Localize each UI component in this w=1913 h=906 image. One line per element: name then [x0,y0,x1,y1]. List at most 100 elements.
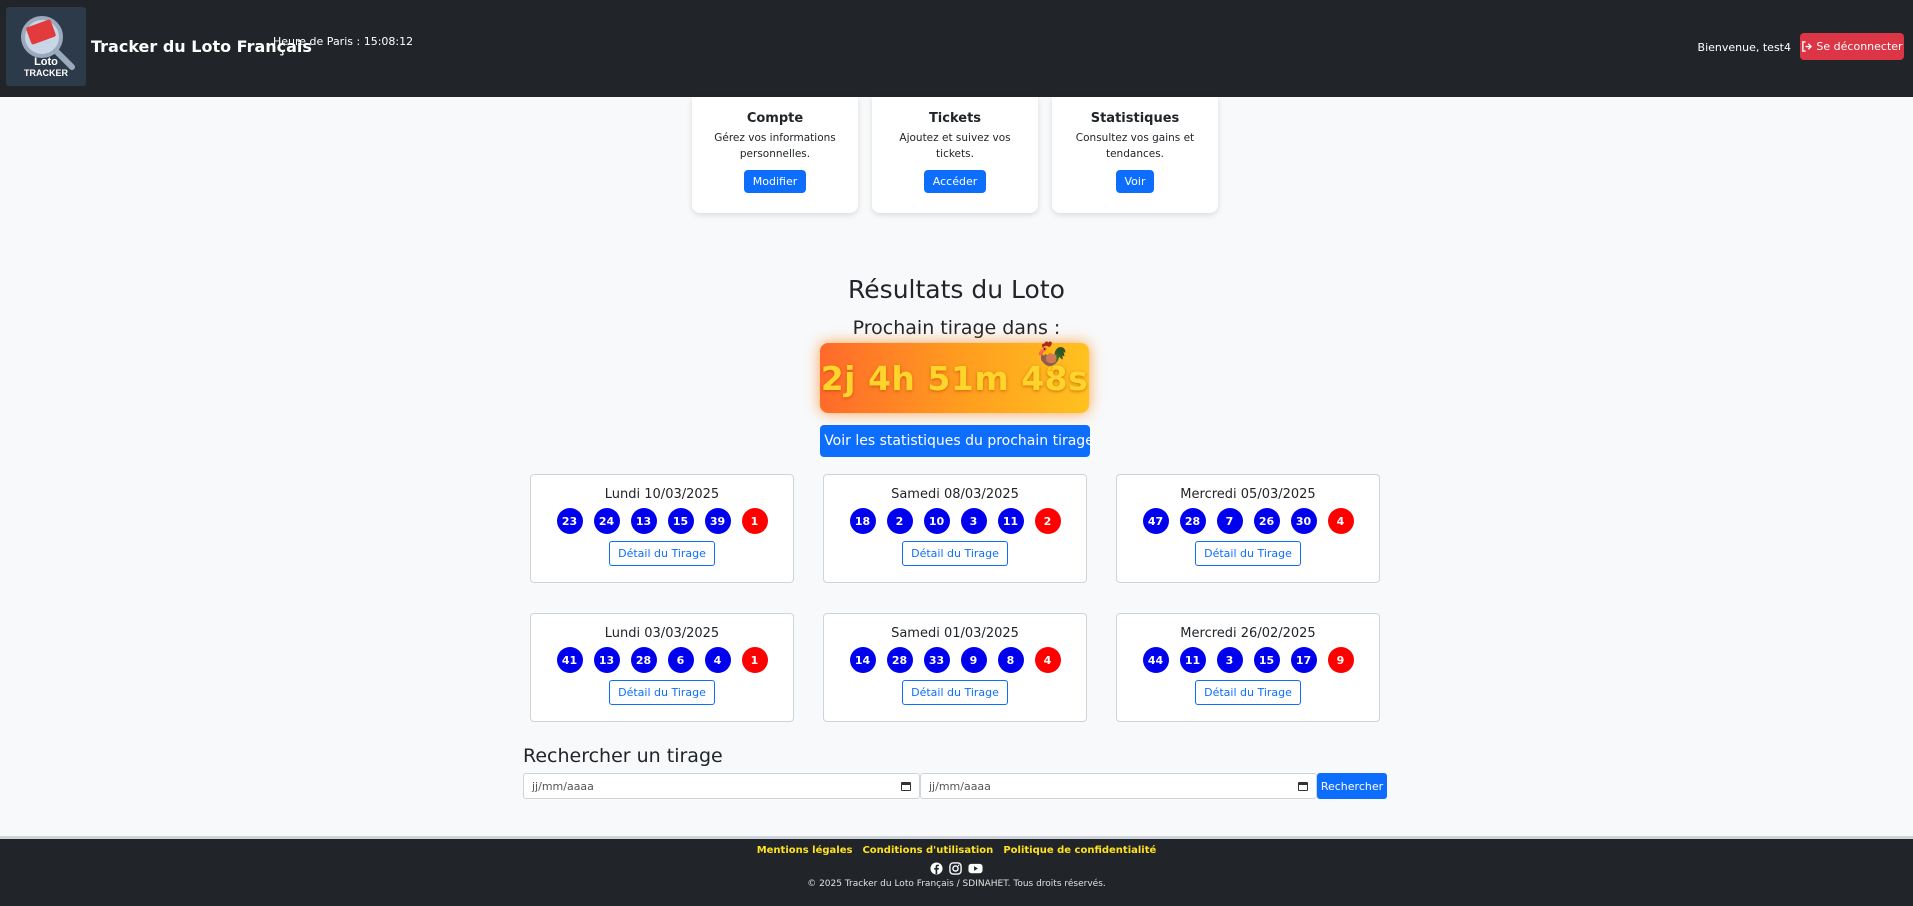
ball: 6 [667,647,694,673]
draw-detail-button[interactable]: Détail du Tirage [902,680,1008,705]
start-date-placeholder: jj/mm/aaaa [532,779,594,793]
ball: 26 [1253,508,1280,534]
card-account-title: Compte [746,111,804,126]
draw-detail-button[interactable]: Détail du Tirage [609,680,715,705]
ball: 14 [849,647,876,673]
ball: 2 [886,508,913,534]
card-account-text: Gérez vos informations personnelles. [714,132,836,160]
logo-text-loto: Loto [34,56,58,68]
top-navbar: Loto TRACKER Tracker du Loto Français He… [0,0,1913,97]
ball: 17 [1290,647,1317,673]
next-draw-stats-label: Voir les statistiques du prochain tirage [824,433,1094,449]
ball: 30 [1290,508,1317,534]
access-tickets-button[interactable]: Accéder [923,170,987,193]
draw-card: Samedi 01/03/2025 14 28 33 9 8 4 Détail … [823,613,1087,722]
ball: 28 [886,647,913,673]
ball: 15 [667,508,694,534]
ball: 3 [1216,647,1243,673]
draw-detail-button[interactable]: Détail du Tirage [902,541,1008,566]
card-tickets: Tickets Ajoutez et suivez vos tickets. A… [872,97,1038,213]
ball: 44 [1142,647,1169,673]
start-date-input[interactable]: jj/mm/aaaa [523,773,920,799]
logout-icon [1802,41,1813,52]
ball: 39 [704,508,731,534]
ball: 11 [997,508,1024,534]
search-title: Rechercher un tirage [523,745,723,767]
draw-date: Samedi 01/03/2025 [891,626,1019,641]
calendar-icon[interactable] [901,781,911,791]
lucky-ball: 1 [741,647,768,673]
end-date-placeholder: jj/mm/aaaa [929,779,991,793]
end-date-input[interactable]: jj/mm/aaaa [920,773,1317,799]
view-statistics-button[interactable]: Voir [1115,170,1155,193]
card-tickets-title: Tickets [928,111,982,126]
ball: 7 [1216,508,1243,534]
ball: 18 [849,508,876,534]
draw-card: Samedi 08/03/2025 18 2 10 3 11 2 Détail … [823,474,1087,583]
lucky-ball: 4 [1034,647,1061,673]
draw-balls: 47 28 7 26 30 4 [1117,508,1379,534]
card-statistics-title: Statistiques [1090,111,1180,126]
facebook-icon[interactable] [930,862,943,875]
ball: 9 [960,647,987,673]
ball: 23 [556,508,583,534]
ball: 13 [593,647,620,673]
card-statistics: Statistiques Consultez vos gains et tend… [1052,97,1218,213]
draw-date: Lundi 10/03/2025 [604,487,720,502]
ball: 4 [704,647,731,673]
terms-link[interactable]: Conditions d'utilisation [862,845,993,856]
ball: 13 [630,508,657,534]
lucky-ball: 2 [1034,508,1061,534]
draw-date: Lundi 03/03/2025 [604,626,720,641]
ball: 8 [997,647,1024,673]
privacy-link[interactable]: Politique de confidentialité [1003,845,1156,856]
ball: 28 [1179,508,1206,534]
ball: 47 [1142,508,1169,534]
card-statistics-text: Consultez vos gains et tendances. [1075,132,1195,160]
draw-detail-button[interactable]: Détail du Tirage [1195,680,1301,705]
ball: 11 [1179,647,1206,673]
results-title: Résultats du Loto [848,275,1065,304]
footer-links: Mentions légales Conditions d'utilisatio… [0,845,1913,856]
draw-balls: 14 28 33 9 8 4 [824,647,1086,673]
lucky-ball: 9 [1327,647,1354,673]
draw-card: Mercredi 26/02/2025 44 11 3 15 17 9 Déta… [1116,613,1380,722]
draw-balls: 41 13 28 6 4 1 [531,647,793,673]
legal-notice-link[interactable]: Mentions légales [757,845,853,856]
footer: Mentions légales Conditions d'utilisatio… [0,836,1913,906]
draw-balls: 23 24 13 15 39 1 [531,508,793,534]
edit-account-button[interactable]: Modifier [743,170,807,193]
next-draw-stats-button[interactable]: Voir les statistiques du prochain tirage [820,425,1094,457]
draw-date: Mercredi 26/02/2025 [1180,626,1316,641]
ball: 24 [593,508,620,534]
card-tickets-text: Ajoutez et suivez vos tickets. [899,132,1011,160]
social-links [0,862,1913,875]
draw-card: Lundi 10/03/2025 23 24 13 15 39 1 Détail… [530,474,794,583]
calendar-icon[interactable] [1298,781,1308,791]
ball: 15 [1253,647,1280,673]
card-account: Compte Gérez vos informations personnell… [692,97,858,213]
copyright-text: © 2025 Tracker du Loto Français / SDINAH… [807,879,1106,889]
ball: 33 [923,647,950,673]
ball: 41 [556,647,583,673]
paris-clock: Heure de Paris : 15:08:12 [273,35,414,48]
instagram-icon[interactable] [949,862,962,875]
lucky-ball: 1 [741,508,768,534]
ball: 3 [960,508,987,534]
logo-text-tracker: TRACKER [24,68,68,78]
draw-detail-button[interactable]: Détail du Tirage [1195,541,1301,566]
draw-date: Mercredi 05/03/2025 [1180,487,1316,502]
draw-card: Lundi 03/03/2025 41 13 28 6 4 1 Détail d… [530,613,794,722]
logout-button[interactable]: Se déconnecter [1800,33,1904,60]
youtube-icon[interactable] [968,862,983,875]
lucky-ball: 4 [1327,508,1354,534]
next-draw-label: Prochain tirage dans : [852,317,1061,339]
welcome-text: Bienvenue, test4 [1697,41,1791,54]
site-logo[interactable]: Loto TRACKER [6,7,86,86]
draw-balls: 18 2 10 3 11 2 [824,508,1086,534]
draw-card: Mercredi 05/03/2025 47 28 7 26 30 4 Déta… [1116,474,1380,583]
search-button[interactable]: Rechercher [1317,773,1387,799]
draw-date: Samedi 08/03/2025 [891,487,1019,502]
draw-detail-button[interactable]: Détail du Tirage [609,541,715,566]
ball: 28 [630,647,657,673]
